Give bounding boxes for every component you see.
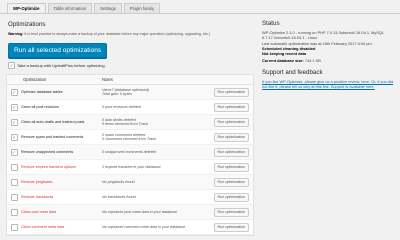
row-label: Clean post meta data bbox=[21, 210, 57, 214]
warning-prefix: Warning: bbox=[8, 32, 24, 36]
row-checkbox-cell: ✓ bbox=[7, 133, 21, 141]
status-version: WP-Optimize 2.1.0 - running on PHP 7.0.1… bbox=[262, 30, 384, 41]
table-row: ✓ Optimize database tables Varex7 (databas… bbox=[7, 85, 253, 100]
row-action-cell: Run optimization bbox=[197, 102, 253, 112]
db-size-value: 744.1 KB bbox=[304, 58, 321, 64]
row-notes: No pingbacks found bbox=[102, 179, 135, 184]
support-text[interactable]: If you like WP-Optimize, please give us … bbox=[262, 79, 396, 89]
tab-divider bbox=[0, 13, 400, 14]
row-action-cell: Run optimization bbox=[197, 207, 253, 217]
row-action-cell: Run optimization bbox=[197, 117, 253, 127]
optimizations-panel: Optimizations Warning: It is best practi… bbox=[6, 18, 256, 236]
row-label: Remove trackbacks bbox=[21, 195, 54, 199]
row-label: Clean all post revisions bbox=[21, 105, 59, 109]
run-optimization-button[interactable]: Run optimization bbox=[213, 177, 249, 187]
table-row: Clean comment meta data No orphaned comme… bbox=[7, 220, 253, 235]
row-checkbox-cell bbox=[7, 193, 21, 201]
row-checkbox-cell: ✓ bbox=[7, 103, 21, 111]
row-notes: 0 auto drafts deleted 0 items removed fro… bbox=[102, 117, 148, 126]
table-header: Optimization Notes bbox=[7, 75, 253, 85]
row-action-cell: Run optimization bbox=[197, 87, 253, 97]
run-optimization-button[interactable]: Run optimization bbox=[213, 117, 249, 127]
optimizations-title: Optimizations bbox=[8, 21, 46, 28]
row-action-cell: Run optimization bbox=[197, 177, 253, 187]
table-row: Clean post meta data No orphaned post met… bbox=[7, 205, 253, 220]
optimizations-table: Optimization Notes ✓ Optimize database ta… bbox=[6, 74, 254, 236]
row-checkbox-cell bbox=[7, 223, 21, 231]
run-optimization-button[interactable]: Run optimization bbox=[213, 222, 249, 232]
run-optimization-button[interactable]: Run optimization bbox=[213, 132, 249, 142]
row-action-cell: Run optimization bbox=[197, 132, 253, 142]
support-title: Support and feedback bbox=[262, 69, 323, 77]
row-checkbox-cell: ✓ bbox=[7, 88, 21, 96]
row-checkbox[interactable]: ✓ bbox=[10, 88, 18, 96]
row-checkbox[interactable] bbox=[10, 163, 18, 171]
table-row: ✓ Remove unapproved comments 0 unapproved … bbox=[7, 145, 253, 160]
row-label: Optimize database tables bbox=[21, 90, 63, 94]
row-label: Clean all auto-drafts and trashed posts bbox=[21, 120, 85, 124]
row-label: Remove expired transient options bbox=[21, 165, 76, 169]
row-notes: No orphaned post meta data in your datab… bbox=[102, 209, 178, 214]
row-checkbox-cell bbox=[7, 163, 21, 171]
warning-text: It is best practice to always make a bac… bbox=[24, 32, 210, 36]
run-optimization-button[interactable]: Run optimization bbox=[213, 102, 249, 112]
status-keep-data: Not keeping recent data bbox=[262, 51, 307, 57]
row-notes: Varex7 (database optimized) Total gain: 0… bbox=[102, 87, 150, 96]
row-label: Remove spam and trashed comments bbox=[21, 135, 84, 139]
row-notes: No orphaned comment meta data in your da… bbox=[102, 224, 186, 229]
row-checkbox[interactable]: ✓ bbox=[10, 118, 18, 126]
row-notes: 1 expired transient in your database bbox=[102, 164, 161, 169]
row-notes: No trackbacks found bbox=[102, 194, 136, 199]
row-checkbox[interactable]: ✓ bbox=[10, 148, 18, 156]
row-checkbox[interactable] bbox=[10, 193, 18, 201]
row-notes: 0 post revisions deleted bbox=[102, 104, 141, 109]
row-checkbox[interactable]: ✓ bbox=[10, 133, 18, 141]
run-optimization-button[interactable]: Run optimization bbox=[213, 87, 249, 97]
column-notes: Notes bbox=[102, 77, 113, 82]
backup-warning: Warning: It is best practice to always m… bbox=[8, 32, 256, 36]
row-checkbox[interactable] bbox=[10, 178, 18, 186]
table-row: Remove pingbacks No pingbacks found Run op… bbox=[7, 175, 253, 190]
run-optimization-button[interactable]: Run optimization bbox=[213, 192, 249, 202]
run-optimization-button[interactable]: Run optimization bbox=[213, 147, 249, 157]
db-size: Current database size: 744.1 KB bbox=[262, 58, 396, 63]
table-row: ✓ Remove spam and trashed comments 0 spam … bbox=[7, 130, 253, 145]
backup-option: ✓ Take a backup with UpdraftPlus before … bbox=[8, 62, 256, 69]
row-label: Remove unapproved comments bbox=[21, 150, 74, 154]
row-checkbox-cell bbox=[7, 178, 21, 186]
row-checkbox[interactable]: ✓ bbox=[10, 103, 18, 111]
table-row: Remove trackbacks No trackbacks found Run … bbox=[7, 190, 253, 205]
row-action-cell: Run optimization bbox=[197, 222, 253, 232]
table-body: ✓ Optimize database tables Varex7 (databas… bbox=[7, 85, 253, 235]
row-checkbox[interactable] bbox=[10, 208, 18, 216]
db-size-label: Current database size: bbox=[262, 58, 304, 64]
column-optimization: Optimization bbox=[23, 77, 47, 82]
status-panel: Status WP-Optimize 2.1.0 - running on PH… bbox=[262, 18, 396, 89]
row-checkbox[interactable] bbox=[10, 223, 18, 231]
row-label: Remove pingbacks bbox=[21, 180, 53, 184]
row-action-cell: Run optimization bbox=[197, 192, 253, 202]
run-optimization-button[interactable]: Run optimization bbox=[213, 162, 249, 172]
row-checkbox-cell: ✓ bbox=[7, 118, 21, 126]
backup-checkbox[interactable]: ✓ bbox=[8, 62, 15, 69]
table-row: Remove expired transient options 1 expire… bbox=[7, 160, 253, 175]
row-label: Clean comment meta data bbox=[21, 225, 65, 229]
row-checkbox-cell bbox=[7, 208, 21, 216]
row-notes: 0 spam comments deleted 0 comments remove… bbox=[102, 132, 157, 141]
run-all-button[interactable]: Run all selected optimizations bbox=[8, 43, 108, 58]
row-checkbox-cell: ✓ bbox=[7, 148, 21, 156]
row-action-cell: Run optimization bbox=[197, 162, 253, 172]
table-row: ✓ Clean all post revisions 0 post revision… bbox=[7, 100, 253, 115]
table-row: ✓ Clean all auto-drafts and trashed posts… bbox=[7, 115, 253, 130]
backup-label: Take a backup with UpdraftPlus before op… bbox=[17, 63, 105, 68]
row-notes: 0 unapproved comments deleted bbox=[102, 149, 156, 154]
row-action-cell: Run optimization bbox=[197, 147, 253, 157]
status-title: Status bbox=[262, 20, 280, 27]
run-optimization-button[interactable]: Run optimization bbox=[213, 207, 249, 217]
